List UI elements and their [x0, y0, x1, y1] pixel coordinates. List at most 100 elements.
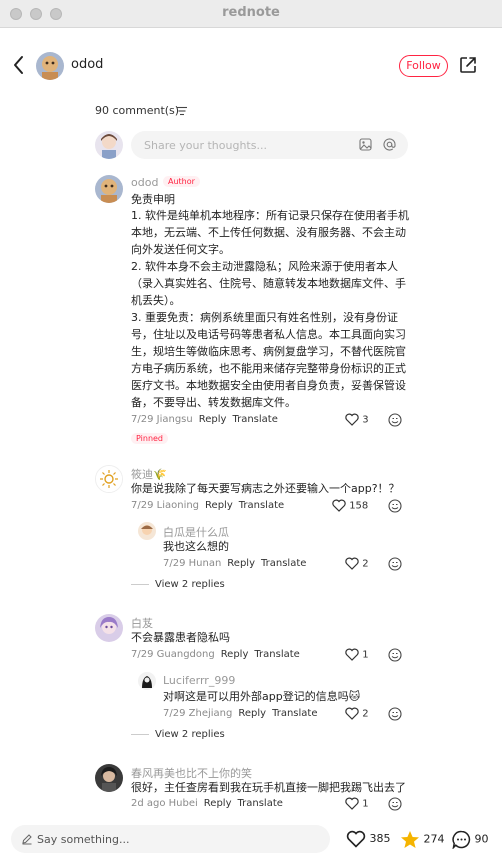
reply-meta: 7/29 Zhejiang Reply Translate: [163, 708, 317, 719]
emoji-reaction-icon[interactable]: [388, 648, 402, 662]
commenter-avatar[interactable]: [95, 614, 123, 642]
like-count: 2: [362, 558, 369, 570]
commenter-avatar-image: [95, 764, 123, 792]
view-replies-label: View 2 replies: [155, 579, 225, 590]
comment-line: 2. 软件本身不会主动泄露隐私；风险来源于使用者本人: [131, 260, 398, 273]
reply-author-name[interactable]: Luciferrr_999: [163, 674, 235, 687]
author-avatar[interactable]: [36, 52, 64, 80]
divider-line: [131, 733, 149, 735]
reply-button[interactable]: Reply: [238, 708, 266, 719]
view-replies-button[interactable]: View 2 replies: [131, 579, 225, 590]
emoji-reaction-icon[interactable]: [388, 557, 402, 571]
post-comment-count: 90: [474, 832, 489, 846]
post-comment-button[interactable]: 90: [452, 830, 489, 850]
reply-meta: 7/29 Hunan Reply Translate: [163, 558, 306, 569]
reply-button[interactable]: Reply: [204, 798, 232, 809]
comment-line: 备，不要导出、转发数据库文件。: [131, 396, 296, 409]
heart-icon: [332, 499, 346, 512]
like-count: 1: [362, 649, 369, 661]
translate-button[interactable]: Translate: [272, 708, 317, 719]
emoji-reaction-icon[interactable]: [388, 499, 402, 513]
sort-filter-icon[interactable]: [177, 106, 187, 116]
reply-button[interactable]: Reply: [221, 649, 249, 660]
comment-input[interactable]: Share your thoughts...: [131, 131, 408, 159]
like-button[interactable]: 3: [345, 413, 369, 426]
reply-avatar[interactable]: [138, 522, 156, 540]
like-button[interactable]: 2: [345, 557, 369, 570]
comment-line: 医疗文书。本地数据安全由使用者自身负责，妥善保管设: [131, 379, 406, 392]
emoji-reaction-icon[interactable]: [388, 797, 402, 811]
comment-line: 机丢失）。: [131, 294, 181, 307]
heart-icon: [346, 830, 366, 848]
commenter-avatar[interactable]: [95, 764, 123, 792]
commenter-name[interactable]: odod: [131, 176, 158, 189]
image-upload-icon[interactable]: [359, 138, 372, 151]
emoji-reaction-icon[interactable]: [388, 413, 402, 427]
comment-meta: 7/29 Liaoning Reply Translate: [131, 500, 284, 511]
heart-icon: [345, 648, 359, 661]
comment-line: 免责申明: [131, 193, 175, 206]
pencil-icon: [22, 834, 32, 845]
translate-button[interactable]: Translate: [254, 649, 299, 660]
share-icon[interactable]: [459, 56, 477, 74]
like-button[interactable]: 1: [345, 648, 369, 661]
say-something-placeholder: Say something...: [37, 833, 130, 846]
commenter-avatar[interactable]: [95, 175, 123, 203]
heart-icon: [345, 797, 359, 810]
star-icon: [401, 831, 419, 848]
comment-line: 生，规培生等做临床思考、病例复盘学习，不替代医院官: [131, 345, 406, 358]
sun-icon: [96, 466, 122, 492]
comment-meta: 7/29 Jiangsu Reply Translate: [131, 414, 278, 425]
like-count: 1: [362, 798, 369, 810]
comment-line: 方电子病历系统，也不能用来储存完整带身份标识的正式: [131, 362, 406, 375]
reply-button[interactable]: Reply: [205, 500, 233, 511]
post-collect-button[interactable]: 274: [400, 830, 445, 849]
comment-line: 3. 重要免责：病例系统里面只有姓名性别，没有身份证: [131, 311, 398, 324]
emoji-reaction-icon[interactable]: [388, 707, 402, 721]
commenter-avatar[interactable]: [95, 465, 123, 493]
reply-text: 我也这么想的: [163, 540, 229, 553]
divider-line: [131, 583, 149, 585]
commenter-avatar-image: [95, 614, 123, 642]
mention-icon[interactable]: [383, 138, 396, 151]
view-replies-button[interactable]: View 2 replies: [131, 729, 225, 740]
reply-text: 对啊这是可以用外部app登记的信息吗🐱: [163, 690, 361, 703]
like-button[interactable]: 158: [332, 499, 368, 512]
like-button[interactable]: 1: [345, 797, 369, 810]
author-badge: Author: [163, 176, 200, 187]
comment-text: 很好，主任查房看到我在玩手机直接一脚把我踢飞出去了: [131, 781, 406, 794]
commenter-avatar-image: [95, 175, 123, 203]
author-avatar-image: [36, 52, 64, 80]
bottom-bar: Say something... 385 274 90: [0, 820, 502, 859]
comment-line: （录入真实姓名、住院号、随意转发本地数据库文件、手: [131, 277, 406, 290]
window-titlebar: rednote: [0, 0, 502, 28]
current-user-avatar: [95, 131, 123, 159]
translate-button[interactable]: Translate: [238, 798, 283, 809]
back-arrow-icon[interactable]: [12, 55, 26, 75]
post-collect-count: 274: [423, 832, 445, 846]
post-header: odod Follow: [0, 28, 502, 104]
comment-line: 本地，无云端、不上传任何数据、没有服务器、不会主动: [131, 226, 406, 239]
say-something-input[interactable]: Say something...: [11, 825, 330, 853]
reply-button[interactable]: Reply: [199, 414, 227, 425]
reply-button[interactable]: Reply: [227, 558, 255, 569]
comment-line: 号，住址以及电话号码等患者私人信息。本工具面向实习: [131, 328, 406, 341]
translate-button[interactable]: Translate: [232, 414, 277, 425]
like-count: 158: [349, 500, 369, 512]
translate-button[interactable]: Translate: [239, 500, 284, 511]
comment-text: 不会暴露患者隐私吗: [131, 631, 230, 644]
reply-avatar-image: [138, 672, 156, 690]
post-like-count: 385: [369, 832, 391, 845]
post-like-button[interactable]: 385: [346, 830, 391, 848]
heart-icon: [345, 557, 359, 570]
comment-text: 你是说我除了每天要写病志之外还要输入一个app?！？: [131, 482, 400, 495]
translate-button[interactable]: Translate: [261, 558, 306, 569]
author-name[interactable]: odod: [71, 57, 103, 72]
follow-button[interactable]: Follow: [399, 55, 448, 77]
reply-avatar[interactable]: [138, 672, 156, 690]
like-button[interactable]: 2: [345, 707, 369, 720]
comment-input-placeholder: Share your thoughts...: [144, 139, 267, 152]
window-title: rednote: [222, 5, 280, 20]
comment-count: 90 comment(s): [95, 104, 180, 117]
reply-avatar-image: [138, 522, 156, 540]
